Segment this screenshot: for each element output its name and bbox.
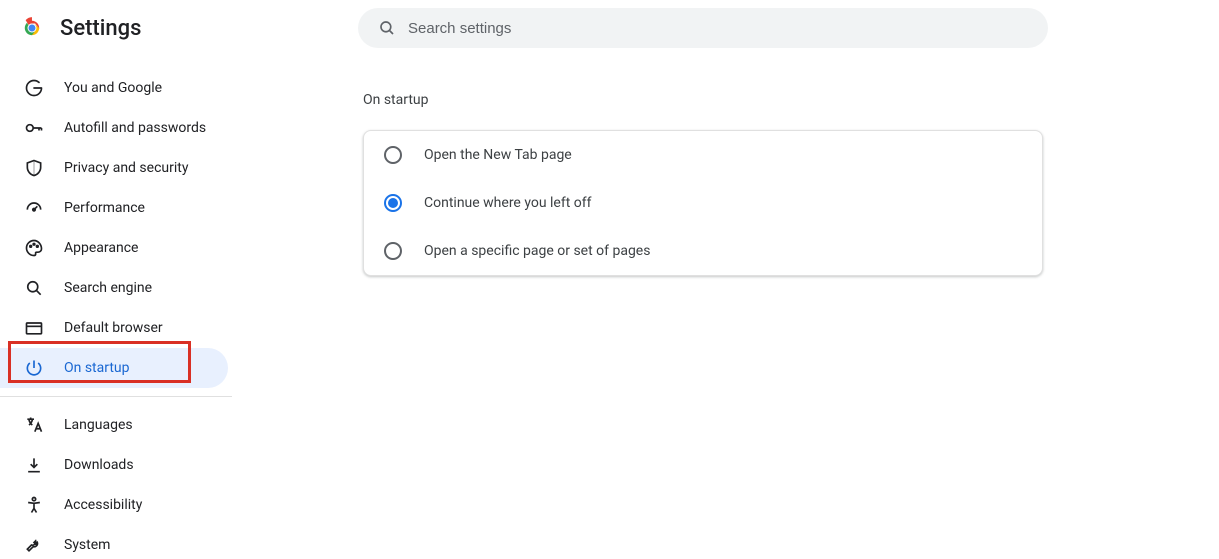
sidebar-item-label: Autofill and passwords: [64, 120, 206, 136]
radio-label: Open the New Tab page: [424, 147, 572, 163]
sidebar-item-languages[interactable]: Languages: [0, 405, 228, 445]
search-bar[interactable]: [358, 8, 1048, 48]
sidebar-item-performance[interactable]: Performance: [0, 188, 228, 228]
sidebar-item-appearance[interactable]: Appearance: [0, 228, 228, 268]
sidebar-item-label: Downloads: [64, 457, 134, 473]
radio-continue-left-off[interactable]: Continue where you left off: [364, 179, 1042, 227]
shield-icon: [24, 158, 44, 178]
google-g-icon: [24, 78, 44, 98]
sidebar-item-label: Search engine: [64, 280, 152, 296]
chrome-logo-icon: [20, 16, 44, 40]
sidebar-item-label: On startup: [64, 360, 130, 376]
sidebar[interactable]: You and Google Autofill and passwords Pr…: [0, 56, 232, 559]
sidebar-item-system[interactable]: System: [0, 525, 228, 559]
radio-label: Continue where you left off: [424, 195, 592, 211]
radio-icon: [384, 242, 402, 260]
sidebar-item-accessibility[interactable]: Accessibility: [0, 485, 228, 525]
sidebar-item-search-engine[interactable]: Search engine: [0, 268, 228, 308]
radio-specific-pages[interactable]: Open a specific page or set of pages: [364, 227, 1042, 275]
sidebar-item-label: Languages: [64, 417, 133, 433]
sidebar-item-label: Performance: [64, 200, 145, 216]
startup-options-card: Open the New Tab page Continue where you…: [363, 130, 1043, 276]
sidebar-item-label: Default browser: [64, 320, 163, 336]
sidebar-item-privacy[interactable]: Privacy and security: [0, 148, 228, 188]
radio-icon: [384, 146, 402, 164]
sidebar-item-on-startup[interactable]: On startup: [0, 348, 228, 388]
radio-icon-checked: [384, 194, 402, 212]
sidebar-item-default-browser[interactable]: Default browser: [0, 308, 228, 348]
sidebar-divider: [0, 396, 232, 397]
wrench-icon: [24, 535, 44, 555]
page-title: Settings: [60, 16, 141, 41]
search-input[interactable]: [408, 20, 1028, 37]
sidebar-item-autofill[interactable]: Autofill and passwords: [0, 108, 228, 148]
sidebar-item-downloads[interactable]: Downloads: [0, 445, 228, 485]
sidebar-item-label: Privacy and security: [64, 160, 188, 176]
radio-label: Open a specific page or set of pages: [424, 243, 650, 259]
magnify-icon: [24, 278, 44, 298]
browser-icon: [24, 318, 44, 338]
sidebar-item-label: Accessibility: [64, 497, 142, 513]
accessibility-icon: [24, 495, 44, 515]
radio-open-new-tab[interactable]: Open the New Tab page: [364, 131, 1042, 179]
key-icon: [24, 118, 44, 138]
main-content: On startup Open the New Tab page Continu…: [250, 56, 1219, 559]
sidebar-item-you-and-google[interactable]: You and Google: [0, 68, 228, 108]
sidebar-item-label: Appearance: [64, 240, 138, 256]
translate-icon: [24, 415, 44, 435]
speedometer-icon: [24, 198, 44, 218]
sidebar-item-label: System: [64, 537, 110, 553]
palette-icon: [24, 238, 44, 258]
power-icon: [24, 358, 44, 378]
sidebar-item-label: You and Google: [64, 80, 162, 96]
download-icon: [24, 455, 44, 475]
search-icon: [378, 19, 396, 37]
section-title: On startup: [363, 92, 1219, 108]
